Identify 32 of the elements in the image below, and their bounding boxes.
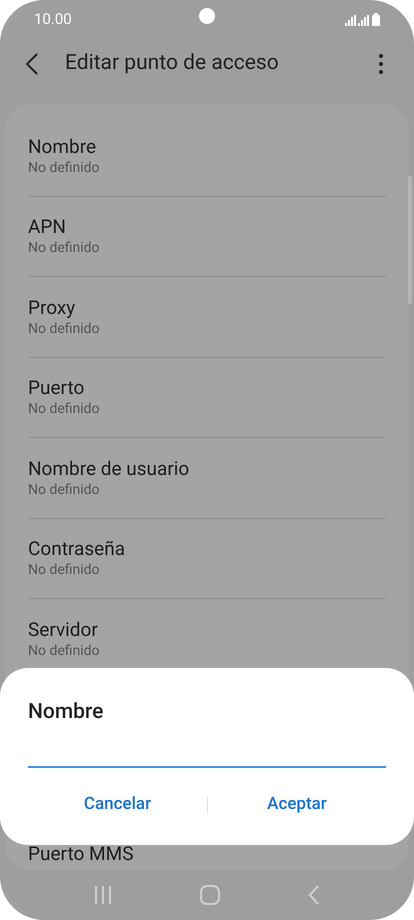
status-time: 10.00 — [34, 8, 72, 30]
setting-item[interactable]: Nombre de usuario No definido — [28, 438, 386, 518]
dialog-button[interactable]: Cancelar — [28, 788, 207, 822]
more-options-button[interactable] — [378, 54, 384, 74]
signal-icon — [345, 14, 369, 26]
dialog-button[interactable]: Aceptar — [208, 788, 386, 822]
setting-value: No definido — [28, 480, 101, 499]
setting-item[interactable]: Nombre No definido — [28, 116, 386, 196]
setting-item[interactable]: Puerto No definido — [28, 358, 386, 438]
setting-value: No definido — [28, 400, 101, 418]
battery-icon — [372, 12, 380, 26]
setting-item[interactable]: Contraseña No definido — [28, 518, 386, 599]
setting-label: Nombre — [28, 134, 98, 159]
setting-value: No definido — [28, 642, 101, 660]
setting-value: No definido — [28, 320, 101, 338]
setting-label: Servidor — [28, 618, 99, 642]
setting-value: No definido — [28, 239, 101, 258]
dialog-title: Nombre — [28, 699, 104, 726]
home-icon[interactable] — [200, 885, 220, 905]
setting-label: Proxy — [28, 296, 76, 320]
setting-label: Puerto — [28, 376, 86, 400]
recent-apps-icon[interactable] — [94, 886, 112, 904]
setting-label: Contraseña — [28, 537, 126, 562]
setting-value: No definido — [28, 158, 101, 177]
setting-item[interactable]: Proxy No definido — [28, 277, 386, 358]
setting-label: Puerto MMS — [28, 842, 134, 866]
screen-title: Editar punto de acceso — [65, 50, 279, 78]
back-icon[interactable] — [308, 885, 320, 905]
setting-label: APN — [28, 215, 67, 240]
setting-item[interactable]: APN No definido — [28, 196, 386, 277]
setting-label: Nombre de usuario — [28, 456, 190, 481]
setting-value: No definido — [28, 561, 101, 580]
